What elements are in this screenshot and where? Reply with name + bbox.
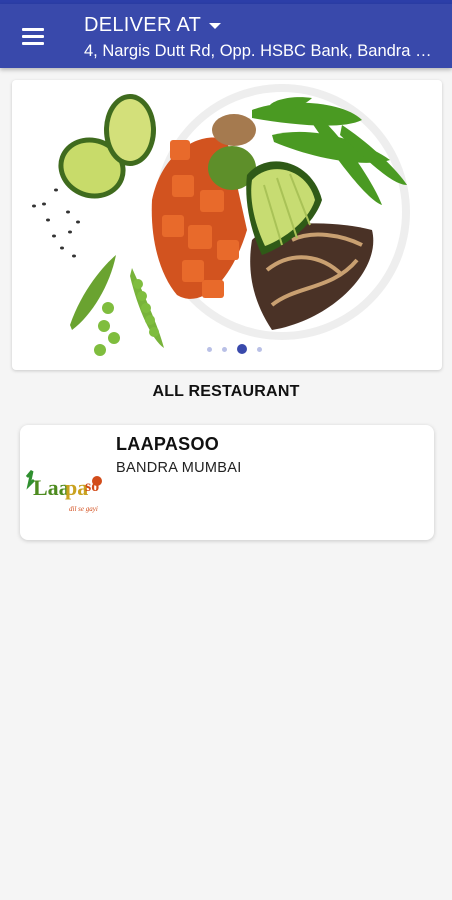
hamburger-menu-icon[interactable]	[12, 14, 56, 58]
svg-text:dil se gayi: dil se gayi	[69, 505, 98, 513]
delivery-address[interactable]: 4, Nargis Dutt Rd, Opp. HSBC Bank, Bandr…	[84, 42, 440, 61]
restaurant-location: BANDRA MUMBAI	[116, 460, 242, 476]
deliver-location-selector[interactable]: DELIVER AT	[84, 13, 222, 37]
food-bowl-image	[32, 84, 410, 356]
restaurant-logo: Laa pa so dil se gayi	[25, 470, 102, 513]
carousel-indicators	[202, 343, 267, 355]
deliver-at-label: DELIVER AT	[84, 13, 202, 36]
carousel-dot-1[interactable]	[207, 346, 212, 352]
restaurant-name: LAAPASOO	[116, 434, 220, 454]
carousel-dot-3-active[interactable]	[237, 344, 247, 354]
all-restaurant-heading: ALL RESTAURANT	[152, 383, 300, 400]
promo-banner-carousel[interactable]	[12, 80, 442, 370]
carousel-dot-2[interactable]	[222, 346, 227, 352]
app-bar: DELIVER AT 4, Nargis Dutt Rd, Opp. HSBC …	[0, 4, 452, 68]
carousel-dot-4[interactable]	[257, 346, 262, 352]
caret-down-icon[interactable]	[209, 23, 222, 29]
restaurant-card[interactable]: Laa pa so dil se gayi LAAPASOO BANDRA MU…	[20, 425, 434, 540]
